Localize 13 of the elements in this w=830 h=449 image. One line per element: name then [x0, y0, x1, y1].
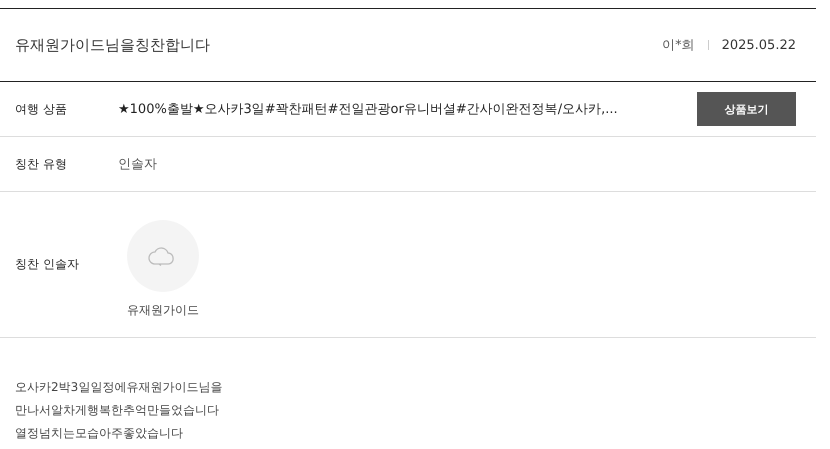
- review-text-line: 열정넘치는모습아주좋았습니다: [15, 425, 184, 442]
- row-label: 여행 상품: [15, 100, 68, 118]
- row-value: 인솔자: [118, 156, 158, 173]
- review-text-line: 오사카2박3일일정에유재원가이드님을: [15, 379, 224, 396]
- review-text-line: 만나서알차게행복한추억만들었습니다: [15, 402, 220, 419]
- row-label: 칭찬 인솔자: [15, 256, 80, 273]
- guide-name: 유재원가이드: [127, 302, 199, 319]
- row-label: 칭찬 유형: [15, 156, 68, 172]
- review-title: 유재원가이드님을칭찬합니다: [15, 36, 211, 54]
- author-name: 이*희: [662, 37, 695, 54]
- review-date: 2025.05.22: [722, 38, 796, 52]
- view-product-button[interactable]: 상품보기: [697, 92, 796, 126]
- product-name: ★100%출발★오사카3일#꽉찬패턴#전일관광or유니버셜#간사이완전정복/오사카,...: [118, 101, 619, 118]
